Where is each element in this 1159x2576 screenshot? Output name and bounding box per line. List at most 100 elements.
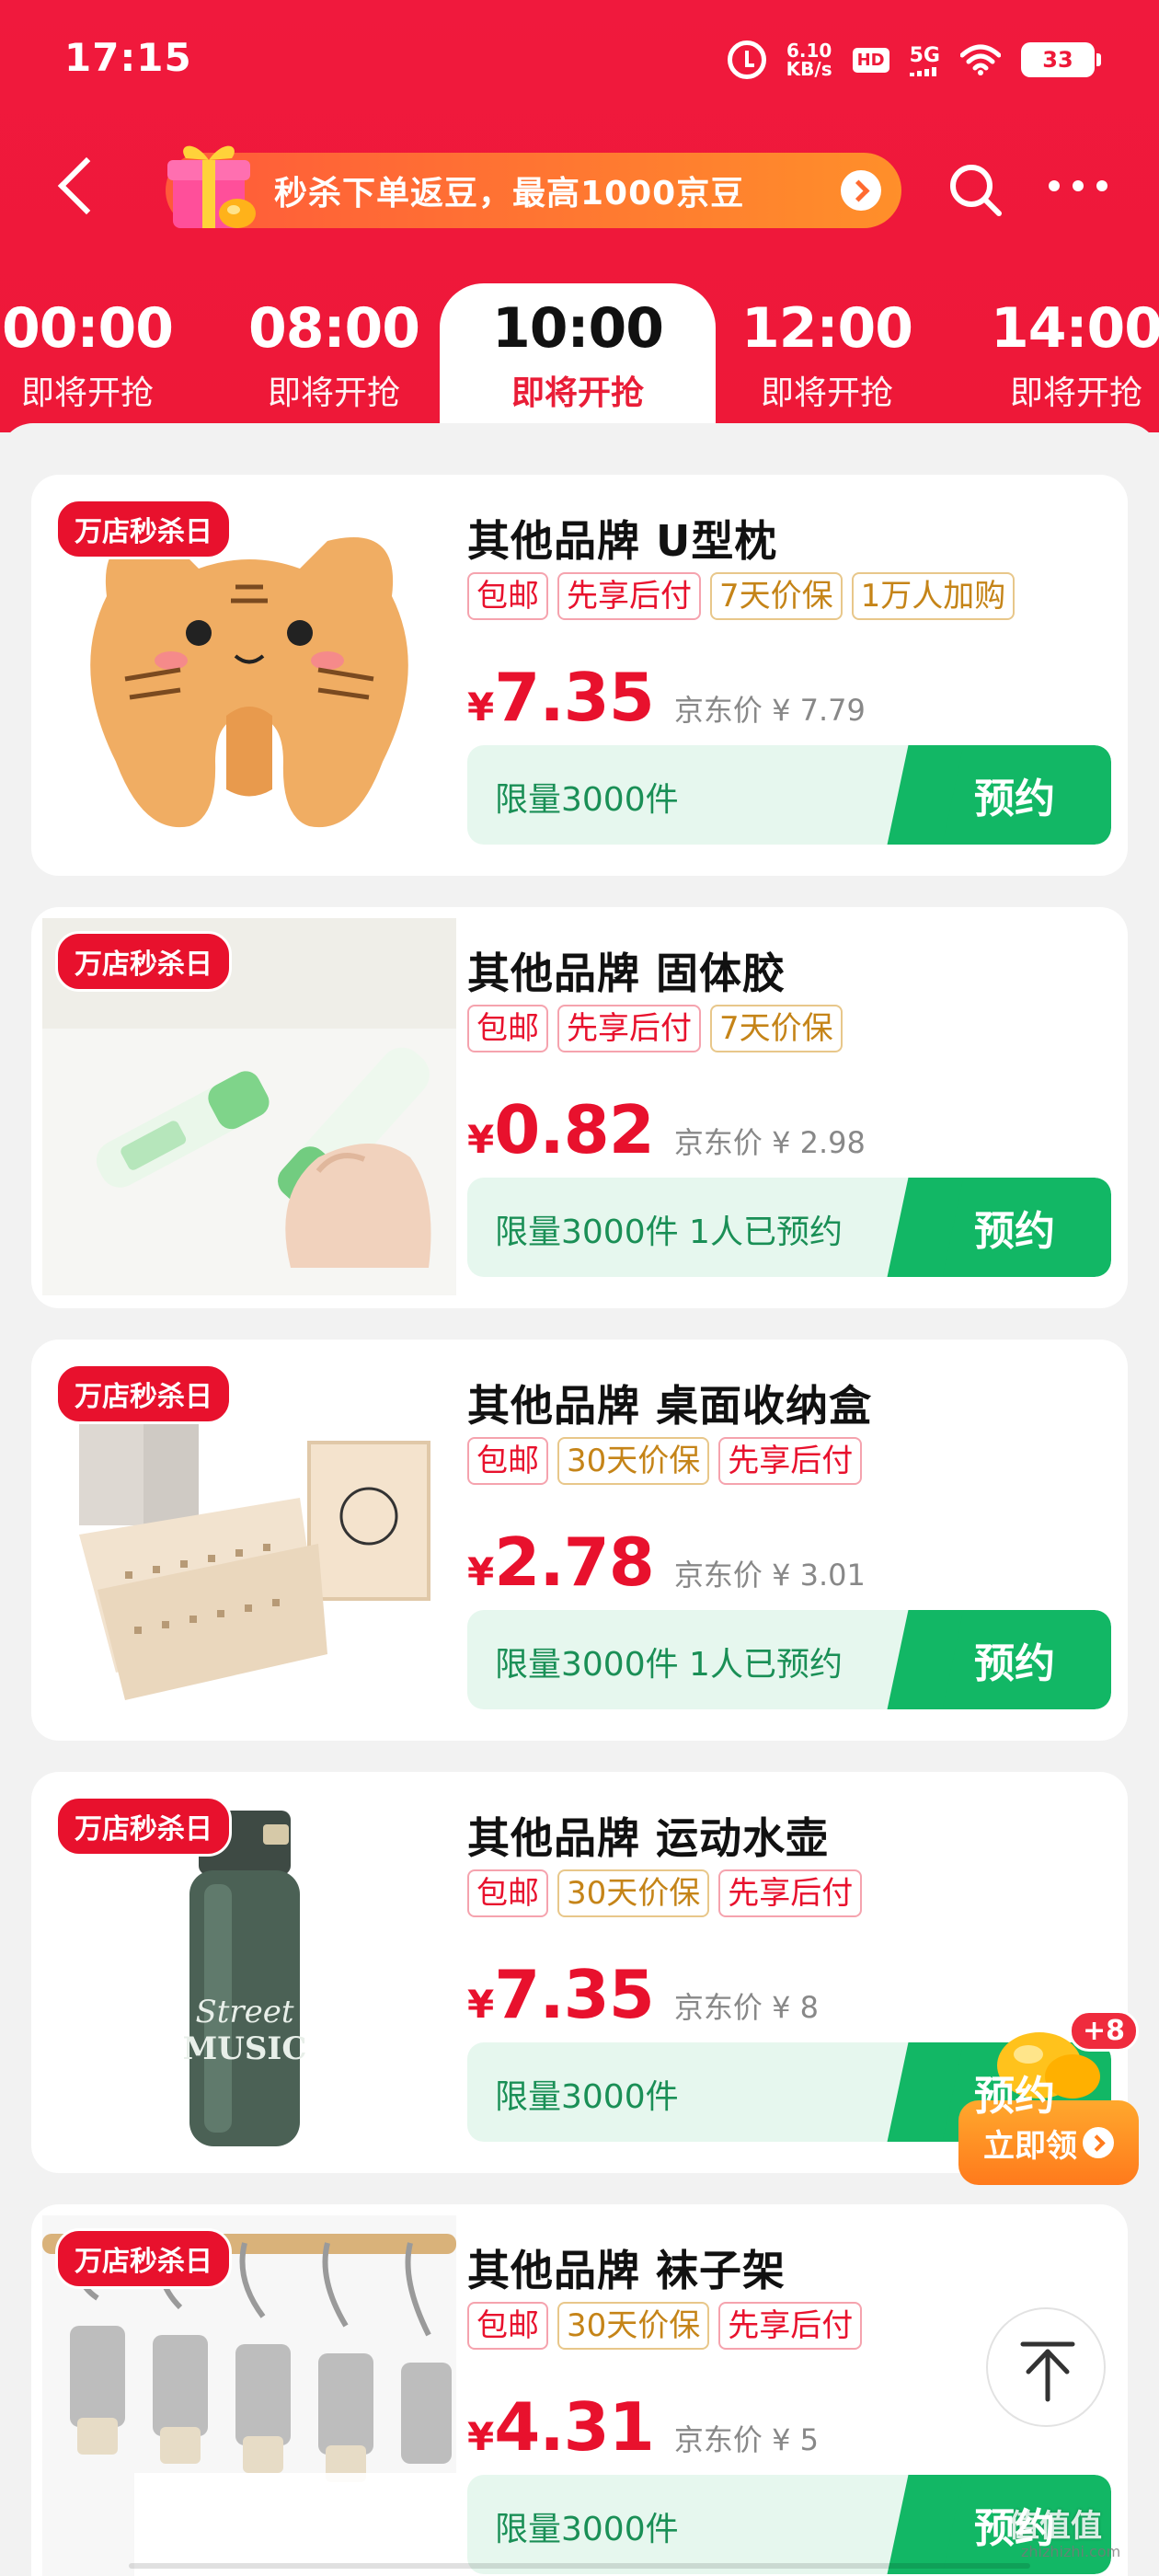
arrow-up-icon — [1020, 2341, 1075, 2402]
promo-arrow-icon — [841, 170, 881, 211]
home-indicator[interactable] — [129, 2563, 1030, 2569]
tab-0800[interactable]: 08:00 即将开抢 — [247, 296, 421, 414]
tag: 包邮 — [467, 2302, 548, 2350]
product-title[interactable]: 其他品牌 袜子架 — [467, 2237, 786, 2298]
tag: 包邮 — [467, 1437, 548, 1485]
product-card[interactable]: 万店秒杀日 其他品牌 袜子架 包邮 30天价保 先享后付 ¥ 4.31 京东价 … — [31, 2204, 1128, 2576]
product-title[interactable]: 其他品牌 U型枕 — [467, 508, 777, 569]
product-tags: 包邮 30天价保 先享后付 — [467, 2302, 863, 2350]
tab-status: 即将开抢 — [760, 374, 893, 412]
signal-bars-icon — [909, 66, 936, 76]
tab-status: 即将开抢 — [267, 374, 400, 412]
tab-0000[interactable]: 00:00 即将开抢 — [0, 296, 175, 414]
back-icon[interactable] — [57, 156, 116, 215]
nav-bar: 秒杀下单返豆，最高1000京豆 — [0, 138, 1159, 239]
promo-badge: 万店秒杀日 — [55, 499, 232, 559]
tab-time: 08:00 — [248, 296, 420, 361]
status-time: 17:15 — [64, 35, 192, 80]
promo-badge: 万店秒杀日 — [55, 1796, 232, 1857]
tag: 1万人加购 — [851, 572, 1016, 620]
promo-badge: 万店秒杀日 — [55, 2228, 232, 2289]
search-icon[interactable] — [946, 160, 1004, 219]
price-currency: ¥ — [467, 684, 495, 730]
back-to-top-button[interactable] — [986, 2307, 1106, 2427]
tag: 30天价保 — [557, 1869, 710, 1917]
reserve-label: 预约 — [974, 1640, 1055, 1687]
action-bar: 限量3000件 预约 — [467, 2475, 1111, 2574]
price-value: 0.82 — [494, 1091, 655, 1168]
tab-time: 12:00 — [741, 296, 913, 361]
action-bar: 限量3000件 预约 — [467, 745, 1111, 845]
tag: 先享后付 — [718, 2302, 863, 2350]
product-title[interactable]: 其他品牌 运动水壶 — [467, 1805, 829, 1866]
battery-icon: 33 — [1021, 42, 1101, 77]
tab-1400[interactable]: 14:00 即将开抢 — [989, 296, 1159, 414]
time-tabs: 00:00 即将开抢 08:00 即将开抢 10:00 即将开抢 12:00 即… — [0, 276, 1159, 440]
promo-badge: 万店秒杀日 — [55, 1363, 232, 1424]
tag: 先享后付 — [718, 1869, 863, 1917]
alarm-icon — [727, 40, 766, 79]
tag: 30天价保 — [557, 1437, 710, 1485]
promo-badge: 万店秒杀日 — [55, 931, 232, 992]
claim-arrow-icon — [1083, 2127, 1114, 2158]
reward-count-badge: +8 — [1068, 2010, 1139, 2052]
price-row: ¥ 2.78 京东价 ¥ 3.01 — [467, 1524, 866, 1601]
promo-text: 秒杀下单返豆，最高1000京豆 — [274, 175, 745, 213]
status-bar: 17:15 6.10 KB/s HD 5G 33 — [0, 0, 1159, 120]
limit-text: 限量3000件 — [495, 2078, 679, 2116]
svg-text:Street: Street — [195, 1994, 293, 2030]
tab-status: 即将开抢 — [1009, 374, 1142, 412]
price-row: ¥ 7.35 京东价 ¥ 8 — [467, 1956, 819, 2033]
tag: 先享后付 — [557, 572, 701, 620]
tab-1000-active[interactable]: 10:00 即将开抢 — [490, 296, 665, 414]
promo-banner[interactable]: 秒杀下单返豆，最高1000京豆 — [166, 145, 901, 228]
tab-status: 即将开抢 — [511, 374, 644, 412]
net-speed-value: 6.10 — [786, 40, 832, 62]
tab-time: 00:00 — [2, 296, 174, 361]
tag: 包邮 — [467, 1005, 548, 1052]
tag: 先享后付 — [718, 1437, 863, 1485]
tag: 7天价保 — [710, 572, 843, 620]
product-title[interactable]: 其他品牌 桌面收纳盒 — [467, 1373, 872, 1433]
price-currency: ¥ — [467, 1117, 495, 1162]
product-card[interactable]: 万店秒杀日 其他品牌 桌面收纳盒 包邮 30天价保 先享后付 ¥ 2.78 京东… — [31, 1340, 1128, 1741]
tag: 先享后付 — [557, 1005, 701, 1052]
product-tags: 包邮 先享后付 7天价保 1万人加购 — [467, 572, 1016, 620]
tab-1200[interactable]: 12:00 即将开抢 — [740, 296, 914, 414]
product-card[interactable]: 万店秒杀日 其他品牌 U型枕 包邮 先享后付 7天价保 1万人加购 ¥ 7.35… — [31, 475, 1128, 876]
price-row: ¥ 0.82 京东价 ¥ 2.98 — [467, 1091, 866, 1168]
reserve-label: 预约 — [974, 2505, 1055, 2552]
tag: 7天价保 — [710, 1005, 843, 1052]
reserve-button[interactable]: 预约 — [918, 1610, 1111, 1709]
tab-status: 即将开抢 — [20, 374, 154, 412]
reserve-button[interactable]: 预约 — [918, 1178, 1111, 1277]
price-row: ¥ 4.31 京东价 ¥ 5 — [467, 2388, 819, 2466]
action-bar: 限量3000件 1人已预约 预约 — [467, 1178, 1111, 1277]
price-currency: ¥ — [467, 1982, 495, 2027]
net-speed: 6.10 KB/s — [786, 41, 832, 78]
status-icons: 6.10 KB/s HD 5G 33 — [727, 37, 1101, 83]
reserve-button[interactable]: 预约 — [918, 745, 1111, 845]
tag: 30天价保 — [557, 2302, 710, 2350]
price-currency: ¥ — [467, 2414, 495, 2459]
product-title[interactable]: 其他品牌 固体胶 — [467, 940, 786, 1001]
product-card[interactable]: 万店秒杀日 其他品牌 固体胶 包邮 先享后付 7天价保 ¥ 0.82 京东价 ¥… — [31, 907, 1128, 1308]
header: 17:15 6.10 KB/s HD 5G 33 秒杀下单返豆，最高1000京豆… — [0, 0, 1159, 440]
price-value: 7.35 — [494, 1956, 655, 2033]
price-row: ¥ 7.35 京东价 ¥ 7.79 — [467, 659, 866, 736]
reference-price: 京东价 ¥ 5 — [673, 2422, 819, 2457]
product-tags: 包邮 先享后付 7天价保 — [467, 1005, 843, 1052]
reserve-label: 预约 — [974, 776, 1055, 822]
svg-text:MUSIC: MUSIC — [183, 2030, 307, 2067]
limit-text: 限量3000件 — [495, 2511, 679, 2548]
signal-5g-icon: 5G — [909, 43, 940, 76]
hd-icon: HD — [852, 47, 889, 73]
network-label: 5G — [909, 43, 940, 67]
reserve-label: 预约 — [974, 1208, 1055, 1255]
limit-text: 限量3000件 1人已预约 — [495, 1213, 843, 1251]
more-icon[interactable] — [1049, 180, 1107, 191]
product-list: 万店秒杀日 其他品牌 U型枕 包邮 先享后付 7天价保 1万人加购 ¥ 7.35… — [0, 423, 1159, 2576]
reference-price: 京东价 ¥ 7.79 — [673, 693, 866, 728]
gift-icon — [167, 145, 256, 228]
limit-text: 限量3000件 1人已预约 — [495, 1646, 843, 1684]
